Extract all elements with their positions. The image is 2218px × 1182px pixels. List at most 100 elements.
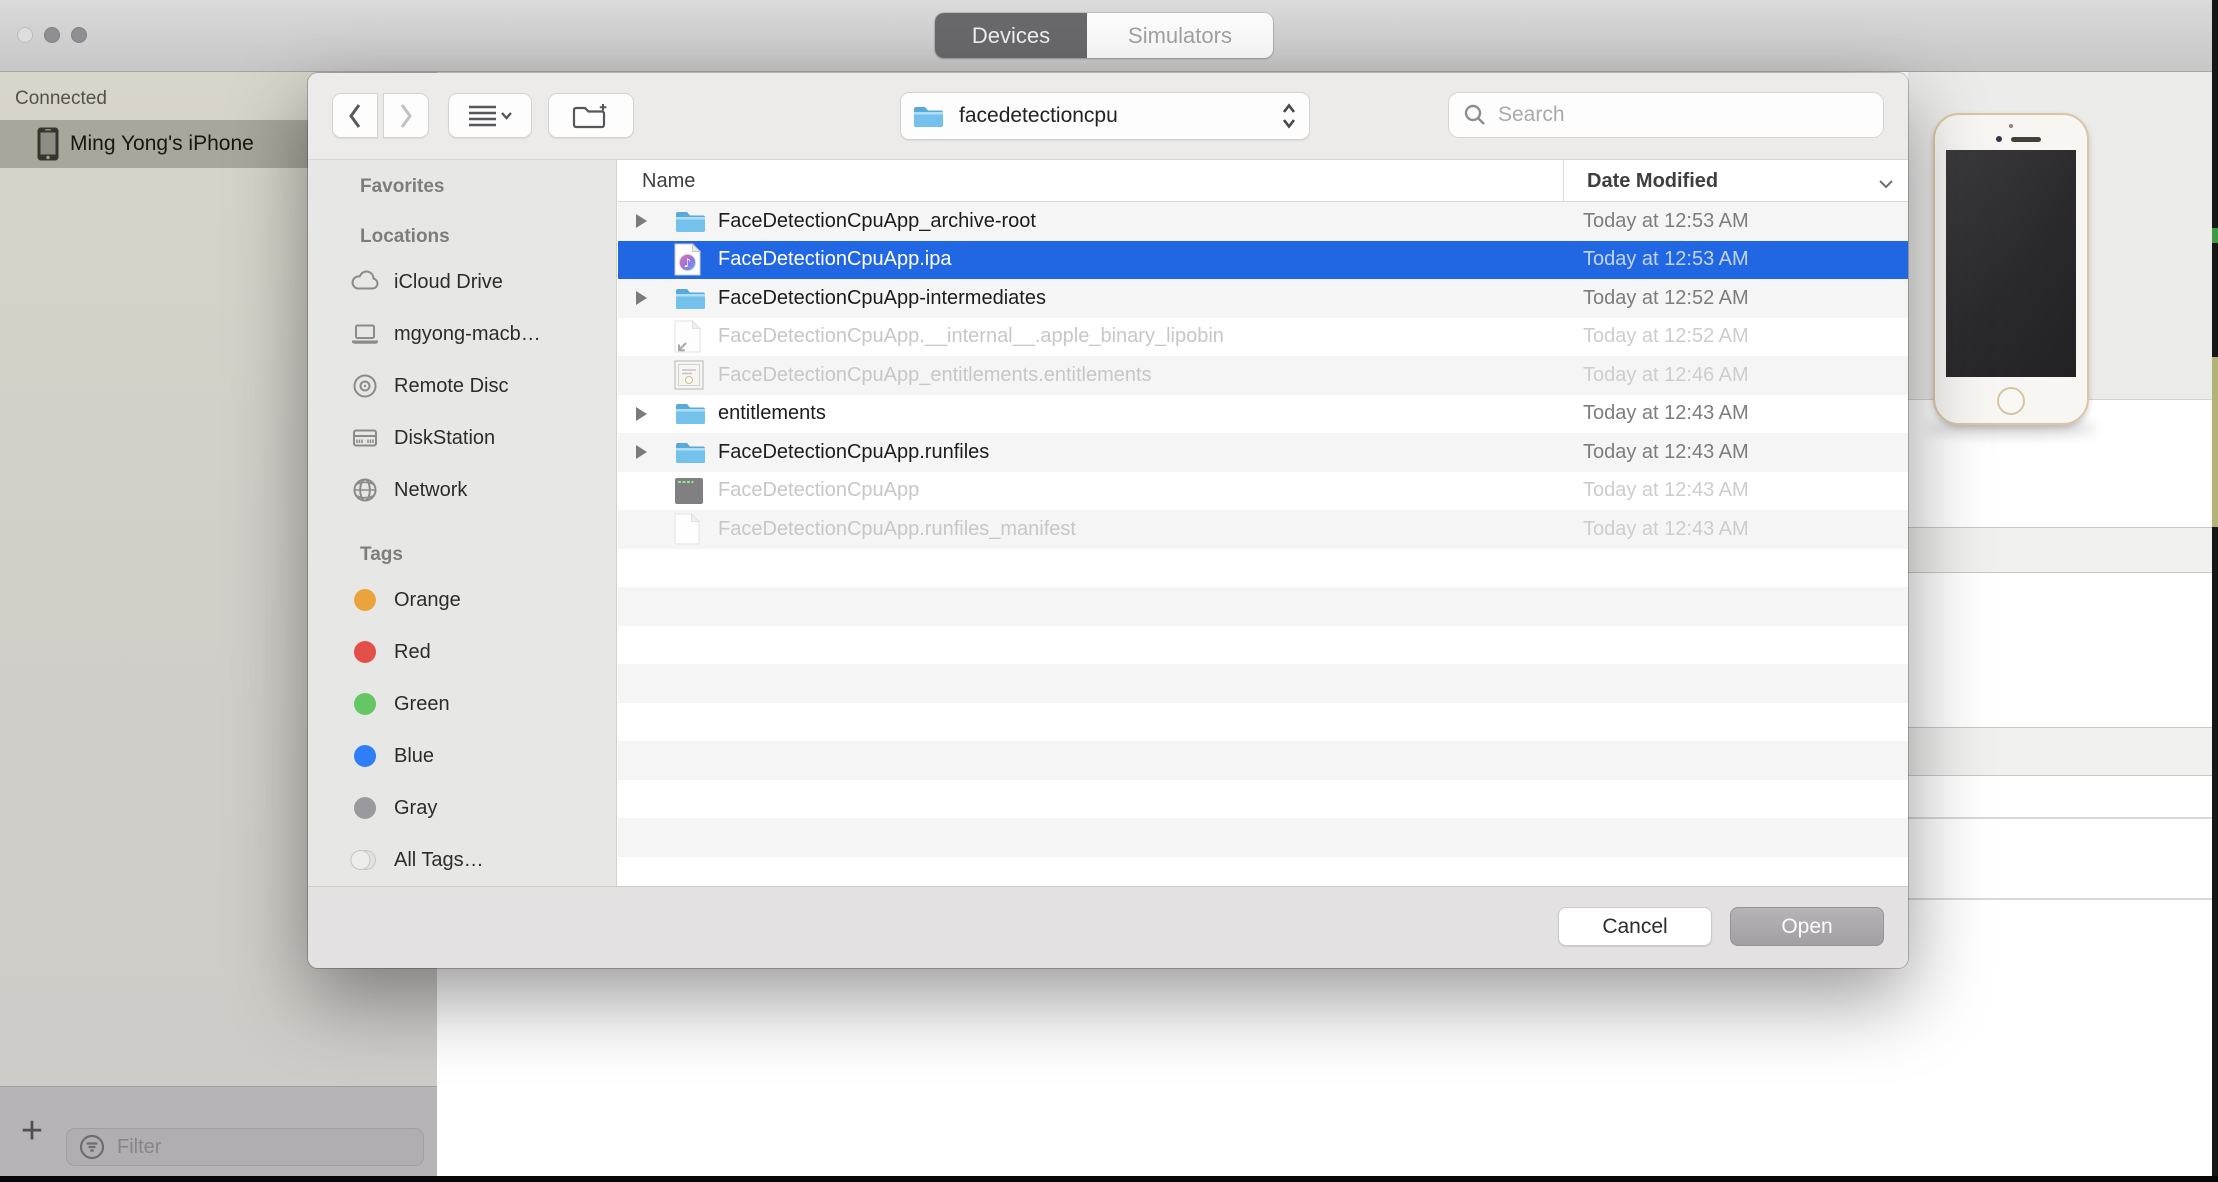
laptop-icon bbox=[348, 319, 382, 349]
dialog-footer: Cancel Open bbox=[308, 886, 1908, 968]
svg-text:♪: ♪ bbox=[684, 256, 692, 270]
sidebar-item-orange[interactable]: Orange bbox=[308, 574, 616, 626]
sidebar-item-label: DiskStation bbox=[394, 427, 495, 450]
file-row-facedetectioncpuapp-archive-root[interactable]: FaceDetectionCpuApp_archive-root Today at… bbox=[618, 202, 1908, 241]
popup-chevrons-icon bbox=[1281, 102, 1297, 130]
file-row-facedetectioncpuapp-intermediates[interactable]: FaceDetectionCpuApp-intermediatesToday a… bbox=[618, 279, 1908, 318]
file-row-facedetectioncpuapp-runfiles[interactable]: FaceDetectionCpuApp.runfilesToday at 12:… bbox=[618, 433, 1908, 472]
entitlements-icon bbox=[674, 360, 704, 390]
empty-row bbox=[618, 780, 1908, 819]
zoom-window-button[interactable] bbox=[71, 27, 87, 43]
back-button[interactable] bbox=[332, 93, 378, 138]
screen: Devices Simulators Connected Ming Yong's… bbox=[0, 0, 2218, 1182]
file-date-modified: Today at 12:43 AM bbox=[1583, 441, 1749, 464]
iphone-icon bbox=[36, 126, 60, 162]
sidebar-item-all-tags[interactable]: All Tags… bbox=[308, 834, 616, 886]
add-device-button[interactable]: + bbox=[12, 1109, 52, 1153]
empty-row bbox=[618, 703, 1908, 742]
device-name: Ming Yong's iPhone bbox=[70, 132, 254, 156]
column-header-name[interactable]: Name bbox=[642, 160, 695, 202]
file-date-modified: Today at 12:53 AM bbox=[1583, 248, 1749, 271]
tab-simulators[interactable]: Simulators bbox=[1087, 13, 1273, 58]
all-tags-icon bbox=[348, 848, 382, 872]
sidebar-item-label: Blue bbox=[394, 745, 434, 768]
dialog-body: FavoritesLocationsiCloud Drivemgyong-mac… bbox=[308, 160, 1908, 886]
dialog-toolbar: facedetectioncpu bbox=[308, 73, 1908, 160]
file-date-modified: Today at 12:52 AM bbox=[1583, 325, 1749, 348]
current-folder-popup[interactable]: facedetectioncpu bbox=[900, 92, 1310, 140]
sidebar-item-red[interactable]: Red bbox=[308, 626, 616, 678]
tag-dot-gray bbox=[348, 797, 382, 819]
file-name: FaceDetectionCpuApp.__internal__.apple_b… bbox=[718, 325, 1224, 348]
file-list: Name Date Modified FaceDetectionCpuApp_a… bbox=[618, 160, 1908, 886]
device-detail-panel bbox=[1908, 72, 2218, 1176]
new-folder-button[interactable] bbox=[548, 93, 634, 138]
empty-row bbox=[618, 549, 1908, 588]
screen-bottom-edge bbox=[0, 1176, 2218, 1182]
sidebar-item-gray[interactable]: Gray bbox=[308, 782, 616, 834]
file-date-modified: Today at 12:53 AM bbox=[1583, 210, 1749, 233]
sidebar-item-icloud-drive[interactable]: iCloud Drive bbox=[308, 256, 616, 308]
device-sidebar-footer: + bbox=[0, 1086, 437, 1176]
open-button[interactable]: Open bbox=[1730, 907, 1884, 946]
sidebar-item-blue[interactable]: Blue bbox=[308, 730, 616, 782]
window-titlebar: Devices Simulators bbox=[0, 0, 2218, 72]
search-field[interactable] bbox=[1448, 92, 1884, 138]
filter-input[interactable] bbox=[115, 1135, 395, 1160]
file-row-facedetectioncpuapp-ipa[interactable]: ♪ FaceDetectionCpuApp.ipa Today at 12:53 A… bbox=[618, 241, 1908, 280]
tag-dot-blue bbox=[348, 745, 382, 767]
tab-devices[interactable]: Devices bbox=[935, 13, 1087, 58]
file-name: FaceDetectionCpuApp bbox=[718, 479, 919, 502]
sidebar-section-favorites: Favorites bbox=[360, 176, 616, 198]
detail-section-band bbox=[1908, 727, 2218, 776]
column-header-date-modified[interactable]: Date Modified bbox=[1587, 160, 1718, 202]
sidebar-item-label: Orange bbox=[394, 589, 461, 612]
forward-button bbox=[383, 93, 429, 138]
iphone-preview-image bbox=[1933, 113, 2089, 425]
disc-icon bbox=[348, 371, 382, 401]
folder-icon bbox=[674, 439, 707, 466]
file-row-facedetectioncpuapp: FaceDetectionCpuApp Today at 12:43 AM bbox=[618, 472, 1908, 511]
sidebar-item-label: Red bbox=[394, 641, 431, 664]
disclosure-triangle[interactable] bbox=[636, 291, 647, 305]
file-name: FaceDetectionCpuApp.ipa bbox=[718, 248, 951, 271]
file-date-modified: Today at 12:43 AM bbox=[1583, 479, 1749, 502]
sidebar-item-mgyong-macb[interactable]: mgyong-macb… bbox=[308, 308, 616, 360]
disclosure-triangle[interactable] bbox=[636, 407, 647, 421]
sidebar-item-label: Remote Disc bbox=[394, 375, 508, 398]
empty-row bbox=[618, 587, 1908, 626]
column-separator[interactable] bbox=[1563, 160, 1564, 201]
file-row-entitlements[interactable]: entitlementsToday at 12:43 AM bbox=[618, 395, 1908, 434]
sidebar-item-diskstation[interactable]: DiskStation bbox=[308, 412, 616, 464]
view-options-button[interactable] bbox=[448, 93, 532, 138]
filter-field[interactable] bbox=[66, 1128, 424, 1166]
sidebar-item-network[interactable]: Network bbox=[308, 464, 616, 516]
file-row-facedetectioncpuapp-internal-apple-binary-lipobin: FaceDetectionCpuApp.__internal__.apple_b… bbox=[618, 318, 1908, 357]
sidebar-item-green[interactable]: Green bbox=[308, 678, 616, 730]
file-name: FaceDetectionCpuApp_archive-root bbox=[718, 210, 1036, 233]
devices-simulators-segmented-control: Devices Simulators bbox=[935, 13, 1273, 58]
alias-doc-icon bbox=[674, 320, 701, 353]
globe-icon bbox=[348, 475, 382, 505]
ipa-icon: ♪ bbox=[674, 243, 701, 276]
sidebar-item-label: Gray bbox=[394, 797, 437, 820]
current-folder-label: facedetectioncpu bbox=[959, 104, 1118, 128]
empty-row bbox=[618, 857, 1908, 887]
folder-icon bbox=[912, 103, 945, 130]
sidebar-item-label: Green bbox=[394, 693, 450, 716]
detail-section-band bbox=[1908, 527, 2218, 573]
close-window-button[interactable] bbox=[17, 27, 33, 43]
cloud-icon bbox=[348, 267, 382, 297]
file-name: entitlements bbox=[718, 402, 826, 425]
empty-row bbox=[618, 664, 1908, 703]
minimize-window-button[interactable] bbox=[44, 27, 60, 43]
sidebar-item-remote-disc[interactable]: Remote Disc bbox=[308, 360, 616, 412]
disclosure-triangle[interactable] bbox=[636, 445, 647, 459]
search-input[interactable] bbox=[1496, 102, 1856, 128]
folder-icon bbox=[674, 400, 707, 427]
tag-dot-green bbox=[348, 693, 382, 715]
open-file-dialog: facedetectioncpu FavoritesLocationsiClou… bbox=[308, 73, 1908, 968]
cancel-button[interactable]: Cancel bbox=[1558, 907, 1712, 946]
doc-icon bbox=[674, 513, 700, 545]
disclosure-triangle[interactable] bbox=[636, 214, 647, 228]
